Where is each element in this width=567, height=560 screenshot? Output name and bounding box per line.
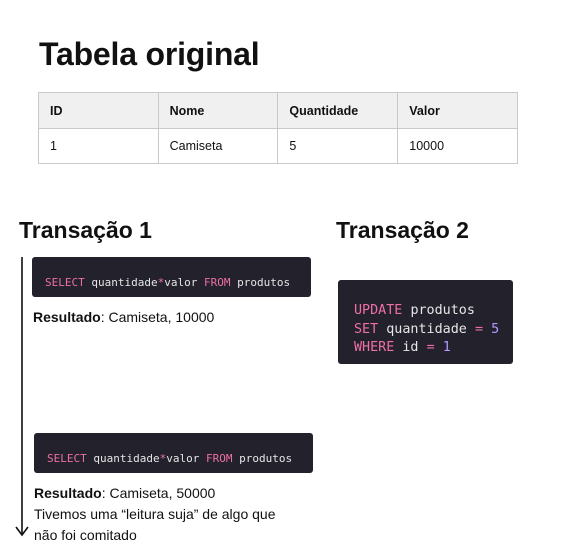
sql-table: produtos bbox=[237, 276, 291, 289]
sql-column: id bbox=[402, 340, 419, 355]
transaction-1-result-1: Resultado: Camiseta, 10000 bbox=[33, 307, 214, 328]
sql-column: valor bbox=[164, 276, 198, 289]
sql-number: 5 bbox=[491, 321, 500, 337]
sql-keyword: WHERE bbox=[354, 340, 395, 355]
dirty-read-note-line-1: Tivemos uma “leitura suja” de algo que bbox=[34, 506, 276, 522]
sql-column: quantidade bbox=[93, 452, 160, 465]
table-row: 1 Camiseta 5 10000 bbox=[38, 128, 518, 164]
cell-nome: Camiseta bbox=[157, 128, 279, 164]
transaction-1-query-1: SELECT quantidade*valor FROM produtos bbox=[32, 257, 311, 297]
sql-keyword: FROM bbox=[205, 452, 233, 465]
sql-keyword: SELECT bbox=[45, 276, 85, 289]
sql-keyword: FROM bbox=[203, 276, 231, 289]
transaction-2-query: UPDATE produtos SET quantidade = 5 WHERE… bbox=[338, 280, 513, 364]
sql-number: 1 bbox=[442, 340, 451, 355]
cell-id: 1 bbox=[38, 128, 159, 164]
transaction-1-title: Transação 1 bbox=[19, 217, 152, 243]
result-label: Resultado bbox=[34, 485, 102, 501]
sql-keyword: UPDATE bbox=[354, 303, 403, 318]
sql-table: produtos bbox=[410, 303, 475, 318]
sql-operator: = bbox=[426, 340, 435, 355]
transaction-1-result-2: Resultado: Camiseta, 50000 Tivemos uma “… bbox=[34, 483, 354, 546]
transaction-2-title: Transação 2 bbox=[336, 217, 469, 243]
original-table: ID Nome Quantidade Valor 1 Camiseta 5 10… bbox=[38, 92, 518, 164]
dirty-read-note-line-2: não foi comitado bbox=[34, 527, 137, 543]
column-header-valor: Valor bbox=[397, 92, 518, 129]
column-header-quantidade: Quantidade bbox=[277, 92, 399, 129]
result-value: : Camiseta, 50000 bbox=[101, 485, 216, 501]
sql-keyword: SET bbox=[354, 321, 379, 337]
column-header-id: ID bbox=[38, 92, 159, 129]
cell-valor: 10000 bbox=[397, 128, 518, 164]
page-title: Tabela original bbox=[39, 36, 260, 72]
result-label: Resultado bbox=[33, 309, 101, 325]
result-value: : Camiseta, 10000 bbox=[100, 309, 215, 325]
table-header-row: ID Nome Quantidade Valor bbox=[38, 92, 518, 129]
transaction-1-query-2: SELECT quantidade*valor FROM produtos bbox=[34, 433, 313, 473]
sql-column: quantidade bbox=[386, 321, 467, 337]
sql-table: produtos bbox=[239, 452, 293, 465]
column-header-nome: Nome bbox=[157, 92, 279, 129]
sql-operator: = bbox=[474, 321, 483, 337]
sql-column: quantidade bbox=[91, 276, 158, 289]
sql-column: valor bbox=[166, 452, 200, 465]
timeline-arrow bbox=[15, 257, 29, 537]
cell-quantidade: 5 bbox=[277, 128, 399, 164]
sql-keyword: SELECT bbox=[47, 452, 87, 465]
